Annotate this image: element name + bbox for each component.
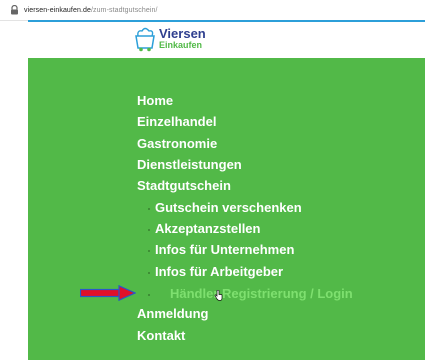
site-logo[interactable]: Viersen Einkaufen [133, 27, 206, 53]
nav-infos-unternehmen[interactable]: Infos für Unternehmen [155, 242, 294, 257]
site-header: Viersen Einkaufen [28, 22, 425, 58]
submenu-bullet [148, 229, 150, 231]
submenu-bullet [148, 208, 150, 210]
url-path: /zum-stadtgutschein/ [91, 6, 158, 14]
nav-akzeptanzstellen[interactable]: Akzeptanzstellen [155, 221, 260, 236]
browser-address-bar[interactable]: viersen-einkaufen.de/zum-stadtgutschein/ [0, 0, 425, 21]
nav-home[interactable]: Home [137, 93, 173, 108]
submenu-bullet [148, 250, 150, 252]
nav-gutschein-verschenken[interactable]: Gutschein verschenken [155, 200, 302, 215]
lock-icon [10, 5, 19, 15]
nav-einzelhandel[interactable]: Einzelhandel [137, 114, 216, 129]
nav-kontakt[interactable]: Kontakt [137, 328, 185, 343]
nav-dienstleistungen[interactable]: Dienstleistungen [137, 157, 242, 172]
logo-text: Viersen Einkaufen [159, 27, 206, 50]
nav-haendler-registrierung-login[interactable]: Händler Registrierung / Login [170, 286, 353, 301]
hand-pointer-cursor-icon [214, 288, 223, 306]
logo-subtitle: Einkaufen [159, 40, 203, 50]
submenu-bullet [148, 272, 150, 274]
nav-infos-arbeitgeber[interactable]: Infos für Arbeitgeber [155, 264, 283, 279]
nav-gastronomie[interactable]: Gastronomie [137, 136, 217, 151]
logo-title: Viersen [159, 26, 206, 41]
nav-anmeldung[interactable]: Anmeldung [137, 306, 209, 321]
url-host: viersen-einkaufen.de [24, 6, 91, 14]
red-arrow-annotation [79, 284, 137, 306]
nav-stadtgutschein[interactable]: Stadtgutschein [137, 178, 231, 193]
url-text: viersen-einkaufen.de/zum-stadtgutschein/ [24, 7, 158, 14]
shopping-bag-icon [133, 27, 157, 53]
submenu-bullet [148, 294, 150, 296]
